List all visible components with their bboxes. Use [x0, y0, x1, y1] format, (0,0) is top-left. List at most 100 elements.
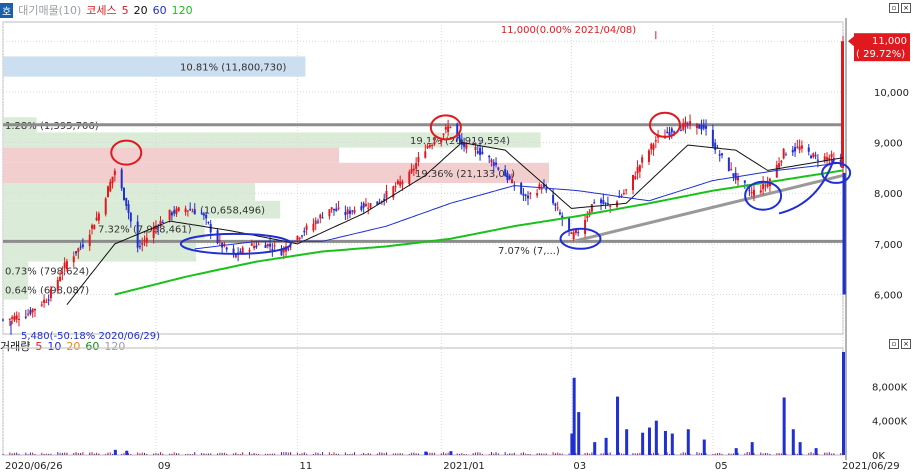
candle-body — [447, 126, 450, 133]
candle-body — [396, 180, 399, 184]
candle-body — [673, 131, 676, 133]
candle-body — [602, 200, 605, 204]
candle-body — [479, 148, 482, 156]
candle-body — [107, 186, 109, 198]
candle-body — [202, 213, 205, 216]
candle-body — [143, 239, 146, 241]
candle-body — [495, 162, 498, 165]
candle-body — [730, 168, 733, 170]
candle-body — [791, 149, 794, 153]
stock-chart[interactable]: 10.81% (11,800,730)1.28% (1,395,706)19.1… — [0, 0, 913, 474]
candle-body — [497, 167, 500, 170]
volume-axis-label: 4,000K — [872, 417, 908, 428]
candle-body — [17, 318, 20, 320]
candle-body — [522, 193, 525, 196]
candle-body — [332, 208, 335, 211]
current-price-change: ( 29.72%) — [856, 49, 905, 60]
candle-body — [109, 181, 112, 192]
candle-body — [49, 288, 52, 299]
candle-body — [298, 237, 301, 239]
candle-body — [216, 230, 219, 244]
candle-body — [152, 227, 155, 239]
candle-body — [807, 147, 810, 152]
candle-body — [161, 221, 164, 223]
candle-body — [125, 197, 128, 206]
candle-body — [239, 251, 242, 253]
date-axis-label: 2021/01 — [443, 461, 485, 472]
price-axis-label: 7,000 — [874, 240, 903, 251]
volume-spike-bar — [702, 439, 706, 455]
candle-body — [695, 123, 698, 129]
candle-body — [97, 213, 100, 221]
candle-body — [111, 176, 114, 184]
candle-body — [428, 145, 431, 148]
candle-body — [255, 245, 258, 248]
high-price-annotation: 11,000(0.00% 2021/04/08) — [501, 25, 636, 36]
candle-body — [253, 245, 256, 249]
candle-body — [410, 168, 413, 173]
volume-spike-bar — [686, 429, 690, 455]
volume-spike-bar — [424, 451, 428, 455]
candle-body — [732, 173, 735, 177]
supply-zone-label: 0.64% (698,087) — [5, 285, 89, 296]
candle-body — [408, 171, 411, 184]
candle-body — [727, 157, 730, 172]
candle-body — [328, 209, 331, 217]
price-axis-label: 6,000 — [874, 291, 903, 302]
candle-body — [337, 207, 340, 209]
candle-body — [638, 165, 641, 172]
candle-body — [13, 316, 16, 321]
current-price-pointer — [848, 36, 854, 47]
candle-body — [721, 153, 724, 156]
candle-body — [636, 167, 639, 174]
candle-body — [61, 272, 64, 274]
candle-body — [552, 194, 555, 204]
candle-body — [752, 189, 755, 196]
candle-body — [449, 126, 452, 128]
candle-body — [301, 235, 304, 237]
candle-body — [600, 199, 603, 204]
candle-body — [668, 132, 671, 136]
candle-body — [529, 193, 532, 195]
candle-body — [508, 175, 511, 180]
candle-body — [264, 245, 267, 248]
candle-body — [33, 308, 36, 311]
candle-body — [609, 205, 612, 207]
candle-body — [540, 188, 543, 190]
candle-body — [75, 251, 78, 254]
candle-body — [273, 245, 276, 247]
volume-spike-bar — [782, 397, 786, 455]
candle-body — [492, 162, 495, 166]
candle-body — [714, 142, 717, 151]
candle-body — [488, 155, 491, 158]
candle-body — [798, 146, 801, 151]
candle-body — [145, 237, 148, 243]
candle-body — [800, 145, 803, 149]
candle-body — [654, 140, 657, 142]
candle-body — [794, 147, 797, 152]
candle-body — [305, 225, 308, 230]
candle-body — [816, 159, 819, 161]
candle-body — [481, 151, 484, 154]
candle-body — [362, 203, 365, 208]
candle-body — [641, 157, 644, 163]
candle-body — [718, 154, 721, 156]
volume-spike-bar — [625, 429, 629, 455]
candle-body — [399, 181, 402, 186]
date-axis-label: 2020/06/26 — [5, 461, 63, 472]
candle-body — [743, 180, 746, 183]
candle-body — [369, 203, 372, 208]
candle-body — [572, 232, 575, 240]
candle-body — [77, 248, 80, 252]
volume-spike-bar — [670, 433, 674, 455]
candle-body — [684, 121, 687, 128]
candle-body — [364, 204, 367, 207]
candle-body — [444, 127, 447, 130]
candle-body — [113, 170, 116, 176]
candle-body — [177, 207, 180, 211]
candle-body — [647, 150, 650, 162]
candle-body — [250, 243, 253, 246]
candle-body — [241, 247, 244, 254]
candle-body — [348, 210, 351, 214]
candle-body — [218, 240, 221, 242]
